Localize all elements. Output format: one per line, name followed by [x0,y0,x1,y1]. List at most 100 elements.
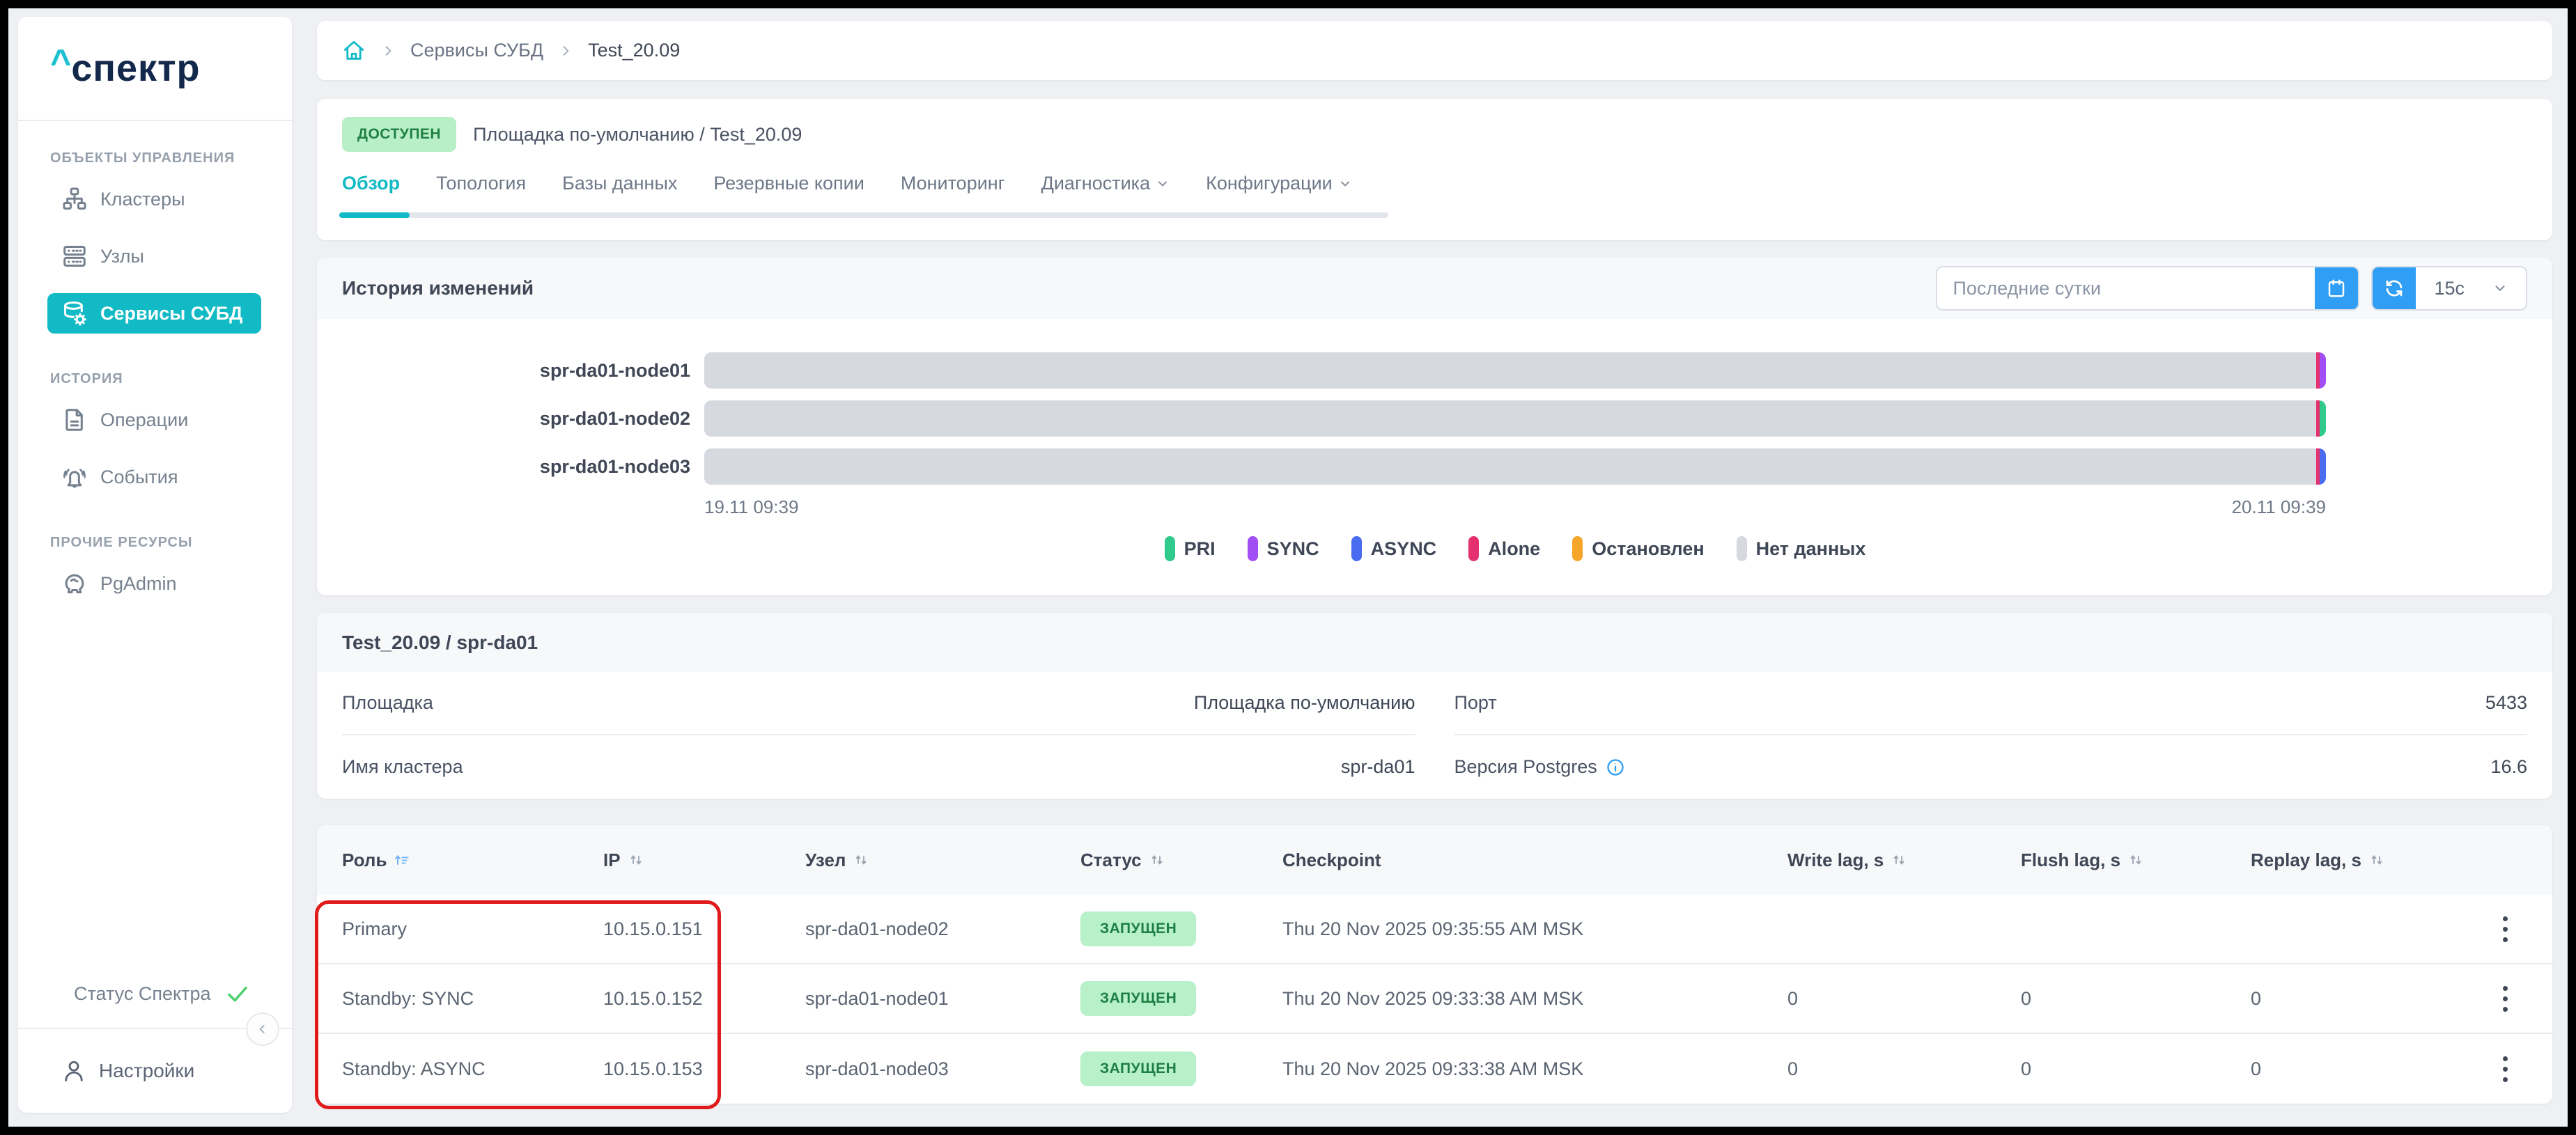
legend-color-pill [1165,536,1175,561]
detail-value: spr-da01 [1341,756,1415,778]
column-header-flush-lag[interactable]: Flush lag, s [2021,850,2251,871]
chevron-left-icon [256,1022,270,1036]
settings-button[interactable]: Настройки [18,1029,292,1113]
app-logo[interactable]: ^спектр [18,17,292,121]
interval-select[interactable]: 15с [2416,267,2526,309]
column-header-ip[interactable]: IP [603,850,805,871]
detail-value: Площадка по-умолчанию [1194,692,1415,714]
sidebar-item-label: PgAdmin [100,573,177,595]
home-icon[interactable] [342,39,366,63]
breadcrumb-item-current: Test_20.09 [588,40,680,61]
column-label: Flush lag, s [2021,850,2120,871]
sidebar-item-db-services[interactable]: Сервисы СУБД [47,293,261,334]
tab-bar: Обзор Топология Базы данных Резервные ко… [342,173,1388,212]
tab-monitoring[interactable]: Мониторинг [901,173,1005,212]
sort-icon [1149,852,1165,868]
cell-ip: 10.15.0.152 [603,988,805,1010]
pgadmin-icon [61,570,88,597]
spektr-status-label: Статус Спектра [74,983,211,1005]
cluster-details-card: Test_20.09 / spr-da01 Площадка Площадка … [317,613,2552,799]
tab-backups[interactable]: Резервные копии [713,173,864,212]
column-label: Узел [805,850,846,871]
column-header-replay-lag[interactable]: Replay lag, s [2251,850,2477,871]
refresh-button[interactable] [2373,267,2416,309]
service-path: Площадка по-умолчанию / Test_20.09 [473,124,802,146]
column-header-status[interactable]: Статус [1080,850,1282,871]
calendar-button[interactable] [2315,267,2358,309]
tab-label: Топология [436,173,526,194]
details-grid: Площадка Площадка по-умолчанию Порт 5433… [317,672,2552,799]
sidebar-item-events[interactable]: События [47,457,261,497]
status-running-badge: ЗАПУЩЕН [1080,911,1196,946]
timeline-axis: 19.11 09:39 20.11 09:39 [704,496,2326,518]
cell-replay-lag: 0 [2251,1058,2477,1080]
row-actions-menu[interactable] [2499,982,2512,1016]
column-header-role[interactable]: Роль [342,850,603,871]
history-title: История изменений [342,277,534,299]
sidebar-item-pgadmin[interactable]: PgAdmin [47,563,261,604]
db-services-icon [61,300,88,327]
info-icon[interactable] [1606,758,1625,777]
events-icon [61,464,88,490]
sidebar-item-clusters[interactable]: Кластеры [47,179,261,219]
legend-label: PRI [1184,538,1216,560]
logo-text: спектр [71,47,200,90]
timeline-bar[interactable] [704,400,2326,437]
row-actions-menu[interactable] [2499,912,2512,946]
breadcrumb-item-services[interactable]: Сервисы СУБД [410,40,543,61]
tab-label: Диагностика [1041,173,1151,194]
timeline-bar[interactable] [704,352,2326,389]
cell-checkpoint: Thu 20 Nov 2025 09:33:38 AM MSK [1282,1058,1787,1080]
tab-diagnostics[interactable]: Диагностика [1041,173,1170,212]
sidebar-section-other: ПРОЧИЕ РЕСУРСЫ [50,535,292,551]
breadcrumb: Сервисы СУБД Test_20.09 [317,21,2552,80]
row-actions-menu[interactable] [2499,1052,2512,1086]
cell-write-lag: 0 [1787,988,2021,1010]
column-header-write-lag[interactable]: Write lag, s [1787,850,2021,871]
tab-label: Мониторинг [901,173,1005,194]
legend-item: PRI [1165,536,1216,561]
cell-ip: 10.15.0.151 [603,918,805,940]
sidebar-divider [18,1028,292,1029]
tab-databases[interactable]: Базы данных [562,173,677,212]
cell-role: Standby: ASYNC [342,1058,603,1080]
timeline-node-label: spr-da01-node03 [317,456,704,478]
legend-label: ASYNC [1371,538,1437,560]
tab-configurations[interactable]: Конфигурации [1206,173,1352,212]
sidebar: ^спектр ОБЪЕКТЫ УПРАВЛЕНИЯ Кластеры Узлы… [18,17,292,1113]
legend-color-pill [1248,536,1258,561]
sort-ascending-icon [394,852,410,868]
service-header-card: ДОСТУПЕН Площадка по-умолчанию / Test_20… [317,99,2552,240]
history-header: История изменений 15с [317,258,2552,319]
detail-row-cluster-name: Имя кластера spr-da01 [342,735,1415,799]
column-label: Replay lag, s [2251,850,2361,871]
cell-node: spr-da01-node01 [805,988,1080,1010]
column-header-node[interactable]: Узел [805,850,1080,871]
column-label: Статус [1080,850,1142,871]
history-controls: 15с [1936,266,2527,311]
sidebar-item-nodes[interactable]: Узлы [47,236,261,276]
sidebar-collapse-button[interactable] [246,1012,279,1046]
timeline-node-label: spr-da01-node01 [317,360,704,382]
cell-flush-lag: 0 [2021,988,2251,1010]
calendar-icon [2326,278,2347,299]
main-content: Сервисы СУБД Test_20.09 ДОСТУПЕН Площадк… [317,21,2552,1127]
tab-overview[interactable]: Обзор [342,173,400,212]
table-row-primary: Primary 10.15.0.151 spr-da01-node02 ЗАПУ… [317,895,2552,964]
tab-topology[interactable]: Топология [436,173,526,212]
timeline-bar[interactable] [704,448,2326,485]
date-range-input[interactable] [1937,267,2315,309]
timeline-segment [704,400,2316,437]
sidebar-item-label: Сервисы СУБД [100,303,242,324]
sort-icon [853,852,869,868]
spektr-status: Статус Спектра [18,969,292,1018]
timeline-row: spr-da01-node01 [317,352,2552,389]
column-label: Checkpoint [1282,850,1381,871]
timeline-segment [2320,448,2326,485]
column-label: IP [603,850,621,871]
sidebar-item-label: События [100,467,178,488]
timeline-row: spr-da01-node03 [317,448,2552,485]
cell-role: Primary [342,918,603,940]
detail-label: Площадка [342,692,433,714]
sidebar-item-operations[interactable]: Операции [47,400,261,440]
